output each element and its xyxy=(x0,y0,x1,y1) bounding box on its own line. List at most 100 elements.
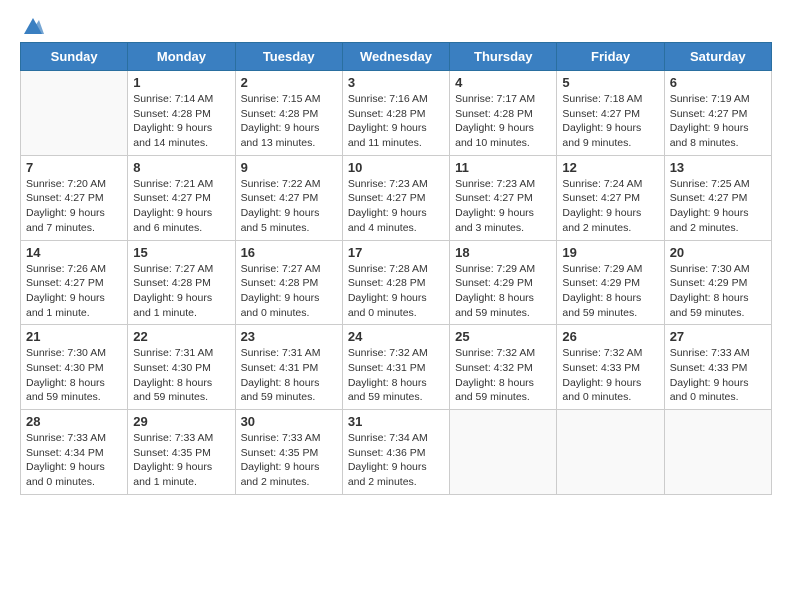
calendar-cell: 30 Sunrise: 7:33 AM Sunset: 4:35 PM Dayli… xyxy=(235,410,342,495)
calendar-cell: 3 Sunrise: 7:16 AM Sunset: 4:28 PM Daylig… xyxy=(342,71,449,156)
calendar-cell: 25 Sunrise: 7:32 AM Sunset: 4:32 PM Dayli… xyxy=(450,325,557,410)
logo xyxy=(20,20,44,36)
day-info: Sunrise: 7:17 AM Sunset: 4:28 PM Dayligh… xyxy=(455,92,551,151)
calendar-cell: 17 Sunrise: 7:28 AM Sunset: 4:28 PM Dayli… xyxy=(342,240,449,325)
day-info: Sunrise: 7:30 AM Sunset: 4:30 PM Dayligh… xyxy=(26,346,122,405)
calendar-cell: 21 Sunrise: 7:30 AM Sunset: 4:30 PM Dayli… xyxy=(21,325,128,410)
calendar-cell xyxy=(21,71,128,156)
day-info: Sunrise: 7:14 AM Sunset: 4:28 PM Dayligh… xyxy=(133,92,229,151)
calendar-cell: 13 Sunrise: 7:25 AM Sunset: 4:27 PM Dayli… xyxy=(664,155,771,240)
calendar-cell: 23 Sunrise: 7:31 AM Sunset: 4:31 PM Dayli… xyxy=(235,325,342,410)
day-number: 16 xyxy=(241,245,337,260)
calendar-cell xyxy=(664,410,771,495)
day-info: Sunrise: 7:25 AM Sunset: 4:27 PM Dayligh… xyxy=(670,177,766,236)
day-number: 1 xyxy=(133,75,229,90)
calendar-cell: 24 Sunrise: 7:32 AM Sunset: 4:31 PM Dayli… xyxy=(342,325,449,410)
calendar-cell: 6 Sunrise: 7:19 AM Sunset: 4:27 PM Daylig… xyxy=(664,71,771,156)
day-number: 30 xyxy=(241,414,337,429)
calendar-header-wednesday: Wednesday xyxy=(342,43,449,71)
day-number: 18 xyxy=(455,245,551,260)
calendar-header-saturday: Saturday xyxy=(664,43,771,71)
calendar-week-5: 28 Sunrise: 7:33 AM Sunset: 4:34 PM Dayli… xyxy=(21,410,772,495)
day-number: 6 xyxy=(670,75,766,90)
calendar-cell: 29Sunrise: 7:33 AM Sunset: 4:35 PM Dayli… xyxy=(128,410,235,495)
calendar-cell: 15 Sunrise: 7:27 AM Sunset: 4:28 PM Dayli… xyxy=(128,240,235,325)
day-number: 17 xyxy=(348,245,444,260)
day-info: Sunrise: 7:19 AM Sunset: 4:27 PM Dayligh… xyxy=(670,92,766,151)
day-number: 7 xyxy=(26,160,122,175)
day-info: Sunrise: 7:33 AM Sunset: 4:33 PM Dayligh… xyxy=(670,346,766,405)
calendar-cell xyxy=(557,410,664,495)
day-info: Sunrise: 7:30 AM Sunset: 4:29 PM Dayligh… xyxy=(670,262,766,321)
calendar-week-4: 21 Sunrise: 7:30 AM Sunset: 4:30 PM Dayli… xyxy=(21,325,772,410)
day-info: Sunrise: 7:29 AM Sunset: 4:29 PM Dayligh… xyxy=(562,262,658,321)
calendar-cell: 5Sunrise: 7:18 AM Sunset: 4:27 PM Daylig… xyxy=(557,71,664,156)
day-info: Sunrise: 7:33 AM Sunset: 4:35 PM Dayligh… xyxy=(241,431,337,490)
calendar-cell: 26Sunrise: 7:32 AM Sunset: 4:33 PM Dayli… xyxy=(557,325,664,410)
day-info: Sunrise: 7:15 AM Sunset: 4:28 PM Dayligh… xyxy=(241,92,337,151)
day-info: Sunrise: 7:16 AM Sunset: 4:28 PM Dayligh… xyxy=(348,92,444,151)
calendar-header-friday: Friday xyxy=(557,43,664,71)
day-number: 26 xyxy=(562,329,658,344)
day-number: 3 xyxy=(348,75,444,90)
day-number: 12 xyxy=(562,160,658,175)
day-info: Sunrise: 7:22 AM Sunset: 4:27 PM Dayligh… xyxy=(241,177,337,236)
day-number: 21 xyxy=(26,329,122,344)
day-info: Sunrise: 7:23 AM Sunset: 4:27 PM Dayligh… xyxy=(455,177,551,236)
day-info: Sunrise: 7:33 AM Sunset: 4:35 PM Dayligh… xyxy=(133,431,229,490)
calendar-cell: 18 Sunrise: 7:29 AM Sunset: 4:29 PM Dayli… xyxy=(450,240,557,325)
day-number: 11 xyxy=(455,160,551,175)
day-number: 9 xyxy=(241,160,337,175)
day-info: Sunrise: 7:29 AM Sunset: 4:29 PM Dayligh… xyxy=(455,262,551,321)
calendar-cell: 12 Sunrise: 7:24 AM Sunset: 4:27 PM Dayli… xyxy=(557,155,664,240)
day-info: Sunrise: 7:20 AM Sunset: 4:27 PM Dayligh… xyxy=(26,177,122,236)
calendar-cell: 10Sunrise: 7:23 AM Sunset: 4:27 PM Dayli… xyxy=(342,155,449,240)
calendar-cell: 8 Sunrise: 7:21 AM Sunset: 4:27 PM Daylig… xyxy=(128,155,235,240)
calendar-cell: 16 Sunrise: 7:27 AM Sunset: 4:28 PM Dayli… xyxy=(235,240,342,325)
day-number: 2 xyxy=(241,75,337,90)
day-number: 19 xyxy=(562,245,658,260)
calendar-cell: 20Sunrise: 7:30 AM Sunset: 4:29 PM Dayli… xyxy=(664,240,771,325)
day-info: Sunrise: 7:26 AM Sunset: 4:27 PM Dayligh… xyxy=(26,262,122,321)
day-number: 24 xyxy=(348,329,444,344)
calendar-header-sunday: Sunday xyxy=(21,43,128,71)
day-info: Sunrise: 7:31 AM Sunset: 4:31 PM Dayligh… xyxy=(241,346,337,405)
day-info: Sunrise: 7:27 AM Sunset: 4:28 PM Dayligh… xyxy=(241,262,337,321)
day-number: 4 xyxy=(455,75,551,90)
calendar-cell: 14 Sunrise: 7:26 AM Sunset: 4:27 PM Dayli… xyxy=(21,240,128,325)
calendar-cell: 11 Sunrise: 7:23 AM Sunset: 4:27 PM Dayli… xyxy=(450,155,557,240)
calendar-cell: 27 Sunrise: 7:33 AM Sunset: 4:33 PM Dayli… xyxy=(664,325,771,410)
calendar: SundayMondayTuesdayWednesdayThursdayFrid… xyxy=(20,42,772,495)
day-number: 23 xyxy=(241,329,337,344)
day-info: Sunrise: 7:21 AM Sunset: 4:27 PM Dayligh… xyxy=(133,177,229,236)
day-info: Sunrise: 7:32 AM Sunset: 4:31 PM Dayligh… xyxy=(348,346,444,405)
day-number: 8 xyxy=(133,160,229,175)
day-info: Sunrise: 7:27 AM Sunset: 4:28 PM Dayligh… xyxy=(133,262,229,321)
calendar-header-thursday: Thursday xyxy=(450,43,557,71)
day-number: 25 xyxy=(455,329,551,344)
day-number: 31 xyxy=(348,414,444,429)
day-number: 28 xyxy=(26,414,122,429)
day-info: Sunrise: 7:24 AM Sunset: 4:27 PM Dayligh… xyxy=(562,177,658,236)
day-info: Sunrise: 7:23 AM Sunset: 4:27 PM Dayligh… xyxy=(348,177,444,236)
calendar-cell: 19 Sunrise: 7:29 AM Sunset: 4:29 PM Dayli… xyxy=(557,240,664,325)
day-number: 22 xyxy=(133,329,229,344)
calendar-week-2: 7 Sunrise: 7:20 AM Sunset: 4:27 PM Daylig… xyxy=(21,155,772,240)
calendar-cell: 31 Sunrise: 7:34 AM Sunset: 4:36 PM Dayli… xyxy=(342,410,449,495)
day-info: Sunrise: 7:32 AM Sunset: 4:32 PM Dayligh… xyxy=(455,346,551,405)
calendar-cell xyxy=(450,410,557,495)
calendar-cell: 4 Sunrise: 7:17 AM Sunset: 4:28 PM Daylig… xyxy=(450,71,557,156)
calendar-cell: 22Sunrise: 7:31 AM Sunset: 4:30 PM Dayli… xyxy=(128,325,235,410)
logo-icon xyxy=(22,16,44,36)
day-info: Sunrise: 7:28 AM Sunset: 4:28 PM Dayligh… xyxy=(348,262,444,321)
day-number: 5 xyxy=(562,75,658,90)
day-info: Sunrise: 7:34 AM Sunset: 4:36 PM Dayligh… xyxy=(348,431,444,490)
day-info: Sunrise: 7:33 AM Sunset: 4:34 PM Dayligh… xyxy=(26,431,122,490)
calendar-cell: 2 Sunrise: 7:15 AM Sunset: 4:28 PM Daylig… xyxy=(235,71,342,156)
calendar-cell: 28 Sunrise: 7:33 AM Sunset: 4:34 PM Dayli… xyxy=(21,410,128,495)
day-number: 27 xyxy=(670,329,766,344)
calendar-week-1: 1 Sunrise: 7:14 AM Sunset: 4:28 PM Daylig… xyxy=(21,71,772,156)
day-number: 15 xyxy=(133,245,229,260)
day-number: 14 xyxy=(26,245,122,260)
day-number: 13 xyxy=(670,160,766,175)
